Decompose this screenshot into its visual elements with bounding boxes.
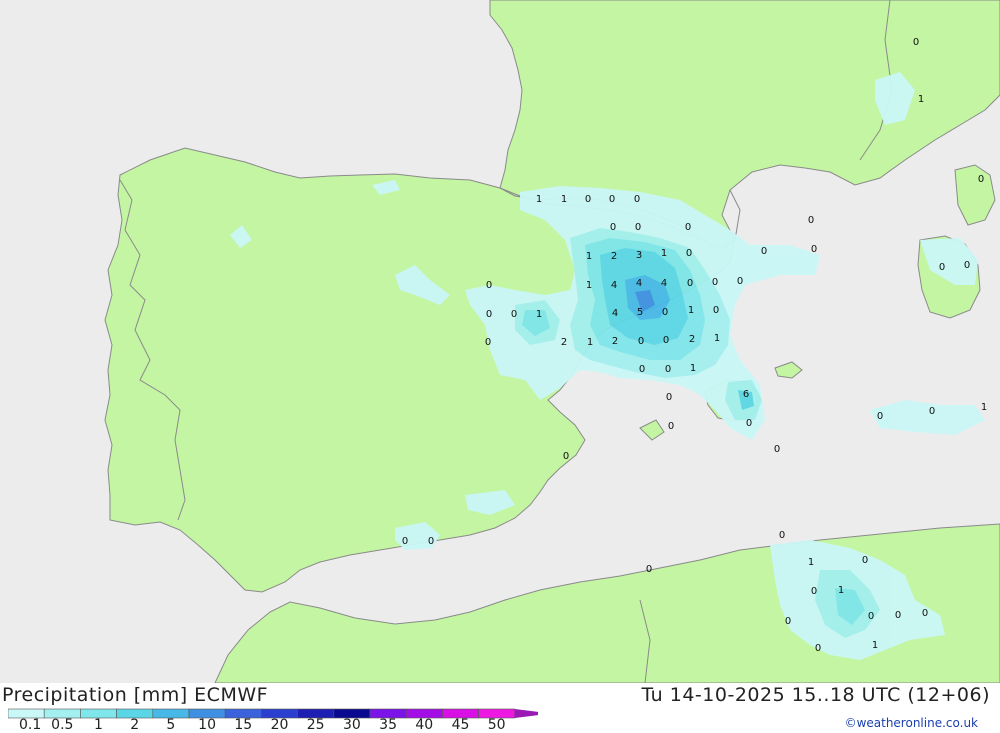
precip-value-aragon: 0 <box>737 276 743 287</box>
precip-value-algeria: 0 <box>895 610 901 621</box>
precip-value-valencia: 1 <box>587 337 593 348</box>
precip-value-valencia: 2 <box>561 337 567 348</box>
precip-value-pyrenees: 0 <box>634 194 640 205</box>
precip-value-france-north: 0 <box>913 37 919 48</box>
precip-value-balearic: 0 <box>746 418 752 429</box>
precip-value-pyrenees: 0 <box>609 194 615 205</box>
precip-value-aragon: 4 <box>661 278 667 289</box>
legend-label: 0.1 <box>18 717 42 733</box>
precip-value-algeria: 1 <box>838 585 844 596</box>
precip-value-catalonia: 0 <box>610 222 616 233</box>
precip-value-andalusia: 0 <box>428 536 434 547</box>
precip-value-valencia: 2 <box>689 334 695 345</box>
precip-value-aragon: 0 <box>686 248 692 259</box>
precip-value-castile: 0 <box>485 337 491 348</box>
legend-label: 10 <box>198 717 217 733</box>
legend-label: 15 <box>234 717 253 733</box>
precip-value-med: 0 <box>761 246 767 257</box>
precip-value-aragon: 0 <box>687 278 693 289</box>
precip-value-algeria: 1 <box>872 640 878 651</box>
precip-value-aragon: 1 <box>661 248 667 259</box>
precip-value-valencia: 5 <box>637 307 643 318</box>
precip-value-balearic: 0 <box>774 444 780 455</box>
precip-value-valencia: 4 <box>612 308 618 319</box>
precip-value-sea: 0 <box>639 364 645 375</box>
precip-value-sea: 1 <box>690 363 696 374</box>
footer: Precipitation [mm] ECMWF Tu 14-10-2025 1… <box>0 683 1000 733</box>
legend-label: 45 <box>451 717 470 733</box>
precip-value-mallorca: 6 <box>743 389 749 400</box>
precip-value-aragon: 3 <box>636 250 642 261</box>
legend-label: 30 <box>342 717 361 733</box>
precip-value-murcia: 0 <box>563 451 569 462</box>
precip-value-pyrenees: 1 <box>561 194 567 205</box>
precip-value-castile: 1 <box>536 309 542 320</box>
valid-time: Tu 14-10-2025 15..18 UTC (12+06) <box>641 684 990 706</box>
precip-value-med: 0 <box>808 215 814 226</box>
precip-value-algeria: 0 <box>862 555 868 566</box>
precip-value-sardinia: 0 <box>939 262 945 273</box>
precip-value-pyrenees: 0 <box>585 194 591 205</box>
precip-value-valencia: 1 <box>714 333 720 344</box>
precip-value-tyrrhenian: 0 <box>877 411 883 422</box>
precip-value-pyrenees: 1 <box>536 194 542 205</box>
precip-value-sardinia: 0 <box>964 260 970 271</box>
precip-value-valencia: 0 <box>662 307 668 318</box>
precip-value-algeria: 0 <box>811 586 817 597</box>
precip-value-valencia: 0 <box>713 305 719 316</box>
precip-value-aragon: 0 <box>712 277 718 288</box>
precip-value-valencia: 1 <box>688 305 694 316</box>
precip-value-castile: 0 <box>486 309 492 320</box>
precip-value-andalusia: 0 <box>402 536 408 547</box>
precip-value-valencia: 0 <box>638 336 644 347</box>
legend-label: 5 <box>166 717 176 733</box>
precip-value-balearic: 0 <box>666 392 672 403</box>
precip-value-aragon: 4 <box>636 278 642 289</box>
legend-label: 50 <box>487 717 506 733</box>
legend-label: 35 <box>379 717 398 733</box>
legend-label: 20 <box>270 717 289 733</box>
precip-value-catalonia: 0 <box>635 222 641 233</box>
precip-value-algeria: 0 <box>815 643 821 654</box>
precip-value-aragon: 1 <box>586 251 592 262</box>
precip-value-algeria: 1 <box>808 557 814 568</box>
legend-arrow <box>514 709 538 718</box>
legend-label: 40 <box>415 717 434 733</box>
legend-label: 2 <box>130 717 140 733</box>
precip-value-aragon: 2 <box>611 251 617 262</box>
precip-value-valencia: 0 <box>663 335 669 346</box>
precip-value-aragon: 1 <box>586 280 592 291</box>
precip-value-france-north: 1 <box>918 94 924 105</box>
precip-value-castile: 0 <box>486 280 492 291</box>
precip-value-algeria: 0 <box>868 611 874 622</box>
precip-value-algeria: 0 <box>922 608 928 619</box>
legend-label: 0.5 <box>51 717 74 733</box>
precip-value-balearic: 0 <box>668 421 674 432</box>
precip-value-tyrrhenian: 0 <box>929 406 935 417</box>
precip-value-catalonia: 0 <box>685 222 691 233</box>
map-title: Precipitation [mm] ECMWF <box>2 684 269 706</box>
precip-value-tyrrhenian: 1 <box>981 402 987 413</box>
precip-value-aragon: 4 <box>611 280 617 291</box>
precip-value-algeria: 0 <box>779 530 785 541</box>
precipitation-map: 0 1 0 1 1 0 0 0 0 0 0 0 0 0 0 0 1 2 3 1 0 0 1 4 4 4 0 0 0 0 0 1 4 5 0 1 0 0 2 1… <box>0 0 1000 683</box>
credit-link[interactable]: ©weatheronline.co.uk <box>845 716 978 730</box>
legend-label: 25 <box>306 717 325 733</box>
precip-value-valencia: 2 <box>612 336 618 347</box>
precip-value-algeria: 0 <box>785 616 791 627</box>
precip-value-sea: 0 <box>665 364 671 375</box>
precip-value-algeria: 0 <box>646 564 652 575</box>
precip-value-med: 0 <box>811 244 817 255</box>
precip-value-france-east: 0 <box>978 174 984 185</box>
legend-label: 1 <box>94 717 103 733</box>
precip-value-castile: 0 <box>511 309 517 320</box>
